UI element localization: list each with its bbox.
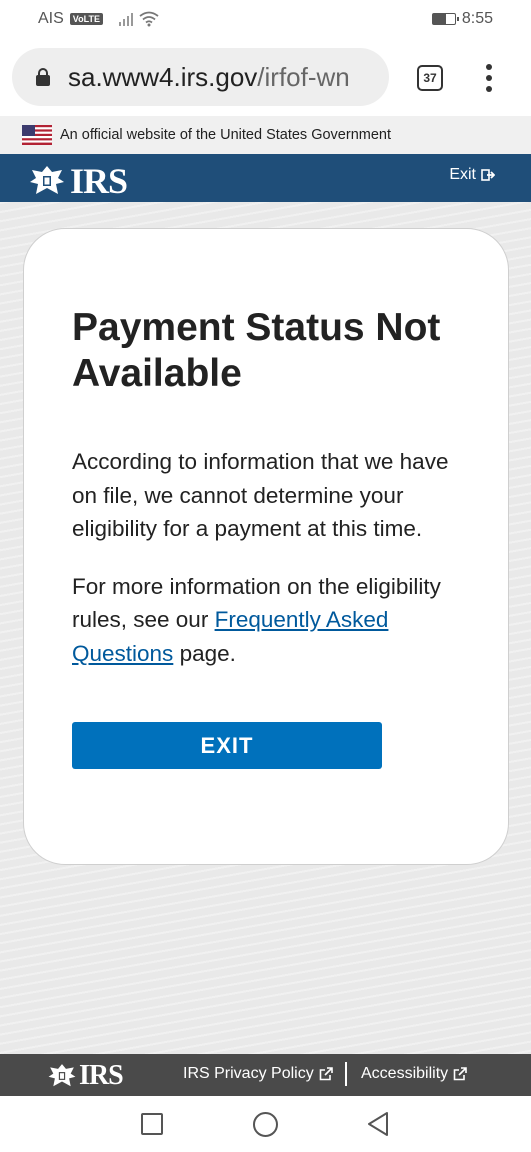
browser-toolbar: sa.www4.irs.gov/irfof-wn 37 bbox=[0, 38, 531, 116]
battery-level bbox=[432, 14, 447, 24]
irs-logo[interactable]: IRS bbox=[28, 160, 128, 202]
tab-switcher-button[interactable]: 37 bbox=[417, 65, 443, 91]
header-exit-link[interactable]: Exit bbox=[449, 166, 495, 184]
url-path: /irfof-wn bbox=[257, 61, 350, 92]
status-bar: AIS VoLTE 8:55 bbox=[0, 0, 531, 38]
address-bar[interactable]: sa.www4.irs.gov/irfof-wn bbox=[12, 48, 389, 106]
back-icon[interactable] bbox=[366, 1111, 390, 1137]
faq-message: For more information on the eligibility … bbox=[72, 570, 460, 671]
accessibility-link[interactable]: Accessibility bbox=[361, 1065, 467, 1083]
recent-apps-icon[interactable] bbox=[141, 1113, 163, 1135]
footer-logo-text: IRS bbox=[79, 1060, 124, 1091]
clock: 8:55 bbox=[461, 10, 493, 27]
irs-logo-text: IRS bbox=[70, 161, 128, 201]
carrier-label: AIS bbox=[38, 10, 64, 27]
eagle-icon bbox=[30, 166, 64, 194]
exit-icon bbox=[481, 169, 495, 181]
home-icon[interactable] bbox=[253, 1112, 278, 1137]
eligibility-message: According to information that we have on… bbox=[72, 449, 449, 541]
us-flag-icon bbox=[22, 125, 52, 145]
header-exit-label: Exit bbox=[449, 166, 476, 183]
main-content: Payment Status Not Available According t… bbox=[0, 202, 531, 1054]
footer-irs-logo[interactable]: IRS bbox=[47, 1060, 124, 1092]
system-nav-bar bbox=[0, 1096, 531, 1152]
external-link-icon bbox=[453, 1067, 467, 1081]
gov-banner-text: An official website of the United States… bbox=[60, 127, 391, 143]
url-domain: sa.www4.irs.gov bbox=[68, 61, 258, 92]
faq-message-suffix: page. bbox=[173, 640, 236, 666]
exit-button[interactable]: EXIT bbox=[72, 722, 382, 769]
status-card: Payment Status Not Available According t… bbox=[23, 228, 509, 865]
volte-badge: VoLTE bbox=[69, 13, 103, 25]
lock-icon[interactable] bbox=[36, 68, 50, 86]
gov-banner: An official website of the United States… bbox=[0, 116, 531, 154]
privacy-policy-label: IRS Privacy Policy bbox=[183, 1065, 314, 1082]
footer-divider bbox=[345, 1062, 347, 1086]
external-link-icon bbox=[319, 1067, 333, 1081]
wifi-icon bbox=[139, 11, 159, 27]
url-text[interactable]: sa.www4.irs.gov/irfof-wn bbox=[68, 62, 350, 93]
status-left: AIS VoLTE bbox=[38, 10, 159, 28]
eagle-icon bbox=[48, 1064, 76, 1087]
page-title: Payment Status Not Available bbox=[72, 306, 441, 395]
status-right: 8:55 bbox=[431, 10, 493, 28]
site-footer: IRS IRS Privacy Policy Accessibility bbox=[0, 1054, 531, 1096]
battery-icon bbox=[431, 13, 459, 25]
privacy-policy-link[interactable]: IRS Privacy Policy bbox=[183, 1065, 333, 1083]
accessibility-label: Accessibility bbox=[361, 1065, 449, 1082]
more-vert-icon[interactable] bbox=[484, 64, 494, 92]
signal-icon bbox=[118, 12, 133, 26]
site-header: IRS Exit bbox=[0, 154, 531, 202]
